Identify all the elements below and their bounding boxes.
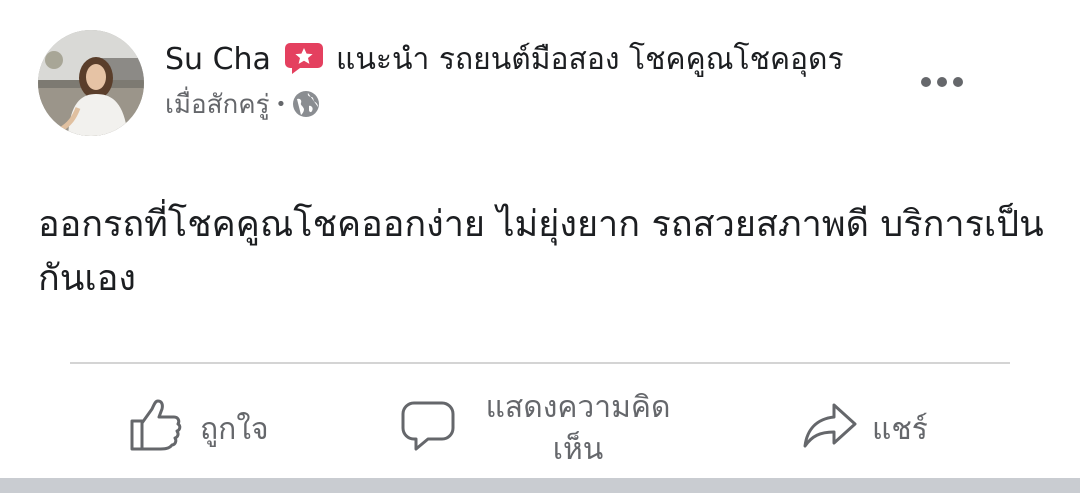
author-line: Su Cha แนะนำ รถยนต์มือสอง โชคคูณโชคอุดร [165, 38, 895, 82]
avatar[interactable] [38, 30, 144, 136]
post-header: Su Cha แนะนำ รถยนต์มือสอง โชคคูณโชคอุดร … [165, 38, 895, 122]
author-name[interactable]: Su Cha [165, 42, 271, 77]
globe-icon [292, 90, 320, 118]
like-button[interactable]: ถูกใจ [128, 384, 269, 474]
share-button[interactable]: แชร์ [802, 384, 928, 474]
more-options-icon[interactable] [912, 62, 972, 102]
thumbs-up-icon [128, 397, 184, 461]
comment-bubble-icon [400, 397, 456, 461]
timestamp-line: เมื่อสักครู่ • [165, 88, 895, 122]
feed-separator [0, 478, 1080, 493]
comment-button[interactable]: แสดงความคิดเห็น [400, 384, 686, 474]
divider [70, 362, 1010, 364]
post-body: ออกรถที่โชคคูณโชคออกง่าย ไม่ยุ่งยาก รถสว… [38, 204, 1044, 299]
share-label: แชร์ [872, 411, 928, 447]
share-arrow-icon [802, 397, 858, 461]
separator-dot: • [275, 94, 287, 115]
star-badge-icon [284, 41, 324, 75]
like-label: ถูกใจ [200, 411, 269, 447]
comment-label: แสดงความคิดเห็น [485, 390, 671, 467]
group-name[interactable]: แนะนำ รถยนต์มือสอง โชคคูณโชคอุดร [336, 42, 844, 77]
post-card: Su Cha แนะนำ รถยนต์มือสอง โชคคูณโชคอุดร … [0, 0, 1080, 478]
post-timestamp[interactable]: เมื่อสักครู่ [165, 90, 270, 120]
